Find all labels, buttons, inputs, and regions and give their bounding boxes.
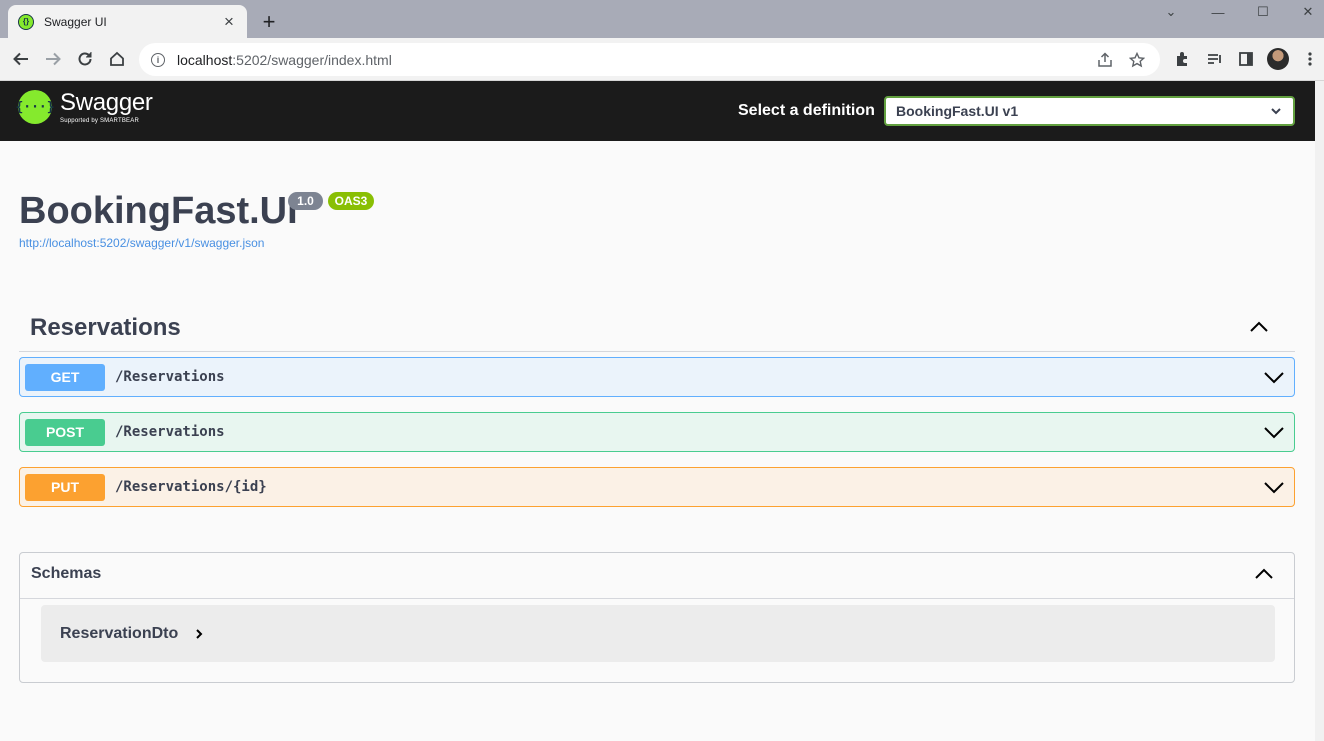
- swagger-topbar: {···} Swagger Supported by SMARTBEAR Sel…: [0, 81, 1315, 141]
- method-badge-get: GET: [25, 363, 105, 391]
- chevron-down-icon[interactable]: [1263, 366, 1285, 388]
- definition-select[interactable]: BookingFast.UI v1: [884, 96, 1295, 126]
- url-path: :5202/swagger/index.html: [232, 51, 392, 68]
- schemas-header[interactable]: Schemas: [20, 553, 1294, 599]
- home-icon[interactable]: [106, 48, 128, 70]
- chevron-down-icon[interactable]: [1263, 476, 1285, 498]
- address-bar[interactable]: i localhost:5202/swagger/index.html: [139, 43, 1160, 76]
- chevron-right-icon[interactable]: [193, 628, 205, 640]
- chevron-down-icon[interactable]: [1263, 421, 1285, 443]
- model-name: ReservationDto: [60, 624, 179, 642]
- operation-path: /Reservations: [115, 369, 225, 385]
- close-tab-icon[interactable]: ×: [221, 12, 237, 32]
- close-window-button[interactable]: ✕: [1285, 0, 1324, 24]
- profile-avatar[interactable]: [1267, 48, 1289, 70]
- tag-reservations-header[interactable]: Reservations: [19, 306, 1295, 352]
- operation-path: /Reservations/{id}: [115, 479, 267, 495]
- browser-tabstrip: {} Swagger UI × + ⌄ — ☐ ✕: [0, 0, 1324, 38]
- model-reservation-dto[interactable]: ReservationDto: [41, 605, 1275, 662]
- operation-post-reservations[interactable]: POST /Reservations: [19, 412, 1295, 452]
- definition-value: BookingFast.UI v1: [896, 103, 1019, 119]
- api-title: BookingFast.UI: [19, 190, 298, 232]
- swagger-logo-icon: {···}: [15, 90, 55, 124]
- bookmark-star-icon[interactable]: [1126, 49, 1148, 71]
- method-badge-post: POST: [25, 418, 105, 446]
- chevron-up-icon[interactable]: [1253, 563, 1275, 585]
- maximize-button[interactable]: ☐: [1240, 0, 1286, 24]
- extensions-icon[interactable]: [1172, 49, 1192, 69]
- swagger-logo[interactable]: {···} Swagger Supported by SMARTBEAR: [15, 88, 153, 124]
- url-host: localhost: [177, 51, 233, 68]
- chevron-down-icon: [1271, 108, 1281, 115]
- definition-label: Select a definition: [738, 102, 875, 119]
- browser-toolbar: i localhost:5202/swagger/index.html: [0, 38, 1324, 81]
- chevron-up-icon[interactable]: [1248, 316, 1270, 338]
- logo-subtitle: Supported by SMARTBEAR: [60, 117, 139, 124]
- minimize-button[interactable]: —: [1195, 0, 1241, 24]
- side-panel-icon[interactable]: [1236, 49, 1256, 69]
- reading-list-icon[interactable]: [1205, 49, 1225, 69]
- oas-badge: OAS3: [328, 192, 374, 210]
- url-text[interactable]: localhost:5202/swagger/index.html: [177, 52, 1084, 68]
- reload-icon[interactable]: [74, 48, 96, 70]
- operation-path: /Reservations: [115, 424, 225, 440]
- browser-tab[interactable]: {} Swagger UI ×: [8, 5, 247, 38]
- share-icon[interactable]: [1094, 49, 1116, 71]
- method-badge-put: PUT: [25, 473, 105, 501]
- tag-name: Reservations: [30, 314, 181, 341]
- version-badge: 1.0: [288, 192, 323, 210]
- schemas-title: Schemas: [31, 565, 102, 582]
- forward-icon[interactable]: [42, 48, 64, 70]
- schemas-section: Schemas ReservationDto: [19, 552, 1295, 683]
- tab-search-icon[interactable]: ⌄: [1148, 0, 1194, 24]
- spec-json-link[interactable]: http://localhost:5202/swagger/v1/swagger…: [19, 236, 264, 250]
- tab-title: Swagger UI: [44, 14, 107, 29]
- page-scrollbar[interactable]: [1315, 81, 1324, 741]
- browser-menu-icon[interactable]: [1300, 49, 1320, 69]
- operation-put-reservation-by-id[interactable]: PUT /Reservations/{id}: [19, 467, 1295, 507]
- swagger-favicon-icon: {}: [18, 13, 34, 30]
- back-icon[interactable]: [10, 48, 32, 70]
- site-info-icon[interactable]: i: [151, 52, 165, 67]
- new-tab-button[interactable]: +: [259, 9, 279, 35]
- logo-name: Swagger: [60, 88, 153, 116]
- operation-get-reservations[interactable]: GET /Reservations: [19, 357, 1295, 397]
